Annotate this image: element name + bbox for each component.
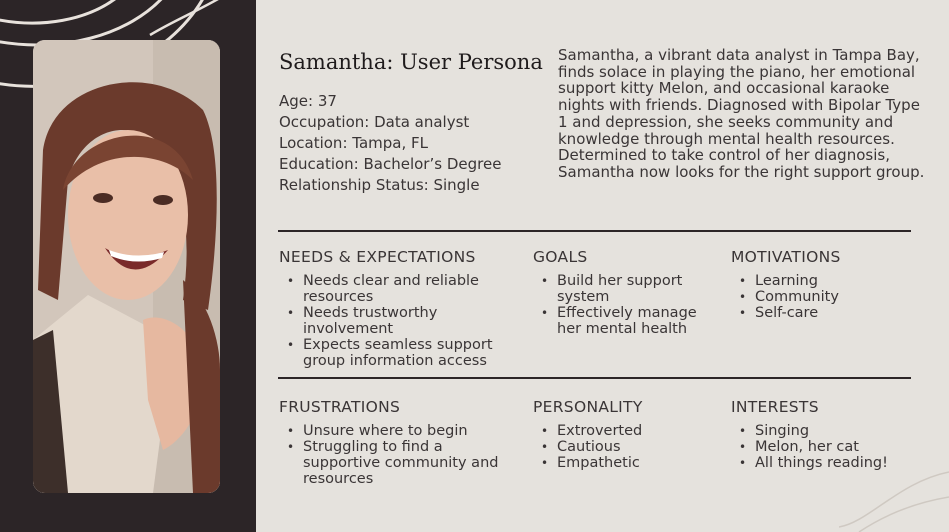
list-item: Self-care <box>731 305 921 321</box>
persona-facts: Age: 37 Occupation: Data analyst Locatio… <box>279 91 539 196</box>
section-goals: GOALS Build her support system Effective… <box>533 248 698 337</box>
section-heading: MOTIVATIONS <box>731 248 841 266</box>
left-panel <box>0 0 256 532</box>
fact-education: Education: Bachelor’s Degree <box>279 155 502 173</box>
needs-list: Needs clear and reliable resources Needs… <box>279 273 509 369</box>
list-item: Expects seamless support group informati… <box>279 337 509 369</box>
list-item: Extroverted <box>533 423 698 439</box>
fact-location: Location: Tampa, FL <box>279 134 428 152</box>
list-item: Unsure where to begin <box>279 423 509 439</box>
list-item: Cautious <box>533 439 698 455</box>
divider <box>278 230 911 232</box>
list-item: Build her support system <box>533 273 698 305</box>
frustrations-list: Unsure where to begin Struggling to find… <box>279 423 509 487</box>
list-item: Learning <box>731 273 921 289</box>
section-heading: INTERESTS <box>731 398 819 416</box>
list-item: Needs clear and reliable resources <box>279 273 509 305</box>
persona-title: Samantha: User Persona <box>279 50 543 74</box>
fact-age: Age: 37 <box>279 92 337 110</box>
section-personality: PERSONALITY Extroverted Cautious Empathe… <box>533 398 698 471</box>
fact-relationship: Relationship Status: Single <box>279 176 480 194</box>
personality-list: Extroverted Cautious Empathetic <box>533 423 698 471</box>
persona-photo <box>33 40 220 493</box>
section-frustrations: FRUSTRATIONS Unsure where to begin Strug… <box>279 398 509 487</box>
section-heading: NEEDS & EXPECTATIONS <box>279 248 476 266</box>
divider <box>278 377 911 379</box>
list-item: Empathetic <box>533 455 698 471</box>
list-item: Singing <box>731 423 921 439</box>
list-item: Struggling to find a supportive communit… <box>279 439 509 487</box>
section-heading: GOALS <box>533 248 588 266</box>
list-item: Community <box>731 289 921 305</box>
fact-occupation: Occupation: Data analyst <box>279 113 470 131</box>
motivations-list: Learning Community Self-care <box>731 273 921 321</box>
goals-list: Build her support system Effectively man… <box>533 273 698 337</box>
list-item: Effectively manage her mental health <box>533 305 698 337</box>
section-heading: FRUSTRATIONS <box>279 398 401 416</box>
persona-bio: Samantha, a vibrant data analyst in Tamp… <box>558 46 925 181</box>
section-interests: INTERESTS Singing Melon, her cat All thi… <box>731 398 921 471</box>
interests-list: Singing Melon, her cat All things readin… <box>731 423 921 471</box>
section-heading: PERSONALITY <box>533 398 643 416</box>
list-item: Needs trustworthy involvement <box>279 305 509 337</box>
section-motivations: MOTIVATIONS Learning Community Self-care <box>731 248 921 321</box>
section-needs: NEEDS & EXPECTATIONS Needs clear and rel… <box>279 248 509 369</box>
list-item: All things reading! <box>731 455 921 471</box>
list-item: Melon, her cat <box>731 439 921 455</box>
